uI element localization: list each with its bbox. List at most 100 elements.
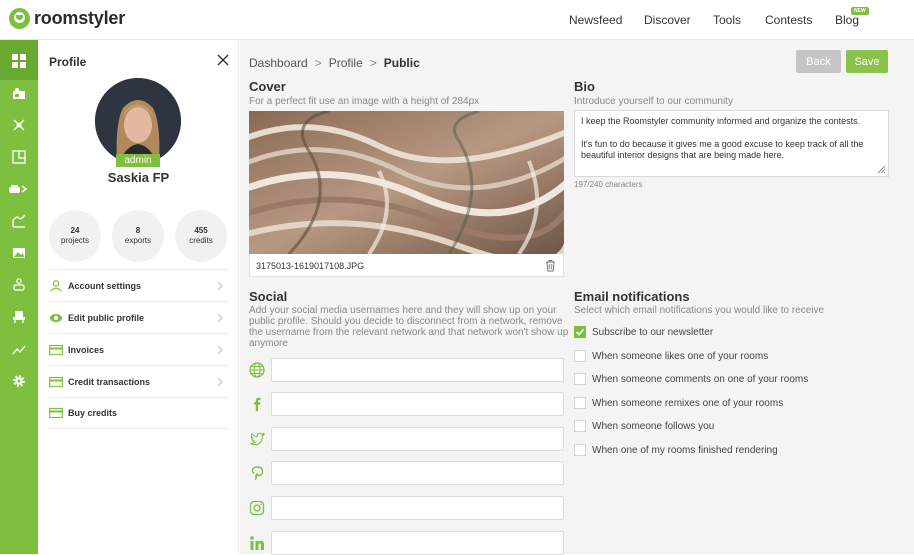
menu-credit-transactions[interactable]: Credit transactions [47,365,228,397]
breadcrumb: Dashboard > Profile > Public [249,56,420,70]
checkbox[interactable] [574,397,586,409]
close-icon[interactable] [217,54,229,66]
logo[interactable]: roomstyler [9,8,125,29]
bio-paragraph: It's fun to do because it gives me a goo… [581,138,864,161]
social-row-linkedin [249,531,564,555]
nav-contests[interactable]: Contests [765,13,812,27]
comments-option[interactable]: When someone comments on one of your roo… [574,372,808,386]
checkbox[interactable] [574,444,586,456]
layout-icon[interactable] [11,149,27,165]
option-label: Subscribe to our newsletter [592,326,714,338]
trash-icon[interactable] [545,259,556,272]
chevron-right-icon [217,281,223,291]
bio-heading: Bio [574,79,595,94]
stat-credits-label: credits [189,236,213,245]
nav-discover[interactable]: Discover [644,13,691,27]
breadcrumb-separator: > [369,56,377,70]
profile-menu: Account settings Edit public profile Inv… [47,269,228,429]
eye-icon [49,312,63,324]
card-icon [49,407,63,419]
bio-character-count: 197/240 characters [574,180,643,189]
checkbox[interactable] [574,373,586,385]
cover-filename-bar: 3175013-1619017108.JPG [249,254,564,277]
newsletter-option[interactable]: Subscribe to our newsletter [574,325,713,339]
new-badge: NEW [851,7,869,15]
stat-credits-value: 455 [194,226,208,235]
social-heading: Social [249,289,288,304]
cover-subtitle: For a perfect fit use an image with a he… [249,96,480,107]
twitter-icon [249,431,265,447]
stat-projects-value: 24 [70,226,80,235]
avatar [95,78,181,164]
menu-invoices[interactable]: Invoices [47,333,228,365]
save-button[interactable]: Save [846,50,888,73]
linkedin-icon [249,535,265,551]
social-row-pinterest [249,461,564,485]
checkbox-checked[interactable] [574,326,586,338]
facebook-icon [249,396,265,412]
rendering-option[interactable]: When one of my rooms finished rendering [574,443,778,457]
remixes-option[interactable]: When someone remixes one of your rooms [574,396,783,410]
website-input[interactable] [271,358,564,382]
stats-chart-icon[interactable] [11,213,27,229]
nav-newsfeed[interactable]: Newsfeed [569,13,622,27]
cover-image[interactable] [249,111,564,254]
nav-tools[interactable]: Tools [713,13,741,27]
stat-projects: 24 projects [49,210,101,262]
stat-credits: 455 credits [175,210,227,262]
card-icon [49,344,63,356]
roomstyler-logo-icon [9,8,30,29]
room-icon[interactable] [11,86,27,102]
likes-option[interactable]: When someone likes one of your rooms [574,349,768,363]
main-content: Dashboard > Profile > Public Back Save Cover… [240,40,914,555]
linkedin-input[interactable] [271,531,564,555]
menu-buy-credits[interactable]: Buy credits [47,397,228,429]
user-name: Saskia FP [107,170,170,185]
floorplan-tools-icon[interactable] [11,117,27,133]
role-badge: admin [116,154,160,167]
resize-handle-icon[interactable] [877,165,886,174]
menu-label: Credit transactions [68,376,151,387]
checkbox[interactable] [574,420,586,432]
twitter-input[interactable] [271,427,564,451]
social-subtitle: Add your social media usernames here and… [249,305,569,349]
social-row-twitter [249,427,564,451]
stat-exports-value: 8 [135,226,141,235]
user-icon [49,279,63,292]
pinterest-input[interactable] [271,461,564,485]
globe-icon [249,362,265,378]
instagram-input[interactable] [271,496,564,520]
image-icon[interactable] [11,245,27,261]
social-row-facebook [249,392,564,416]
option-label: When someone comments on one of your roo… [592,373,809,385]
checkbox[interactable] [574,350,586,362]
social-row-website [249,358,564,382]
back-button[interactable]: Back [796,50,841,73]
breadcrumb-profile[interactable]: Profile [329,56,363,70]
gear-icon[interactable] [11,373,27,389]
cover-heading: Cover [249,79,286,94]
option-label: When someone remixes one of your rooms [592,397,784,409]
chair-icon[interactable] [11,309,27,325]
dashboard-icon[interactable] [11,53,27,69]
nav-blog[interactable]: Blog [835,13,859,27]
person-sofa-icon[interactable] [11,277,27,293]
chevron-right-icon [217,313,223,323]
pinterest-icon [249,465,265,481]
cover-filename: 3175013-1619017108.JPG [256,261,365,271]
bio-textarea[interactable]: I keep the Roomstyler community informed… [574,110,889,177]
breadcrumb-dashboard[interactable]: Dashboard [249,56,308,70]
follows-option[interactable]: When someone follows you [574,419,714,433]
menu-edit-public-profile[interactable]: Edit public profile [47,301,228,333]
chevron-right-icon [217,377,223,387]
brand-name: roomstyler [34,8,126,28]
email-subtitle: Select which email notifications you wou… [574,305,825,316]
facebook-input[interactable] [271,392,564,416]
menu-label: Edit public profile [68,312,144,323]
instagram-icon [249,500,265,516]
profile-panel: Profile admin Saskia FP 24 projects 8 ex… [38,40,239,554]
trend-icon[interactable] [11,342,27,358]
stat-exports-label: exports [124,236,152,245]
menu-account-settings[interactable]: Account settings [47,269,228,301]
sofa-move-icon[interactable] [8,181,28,197]
